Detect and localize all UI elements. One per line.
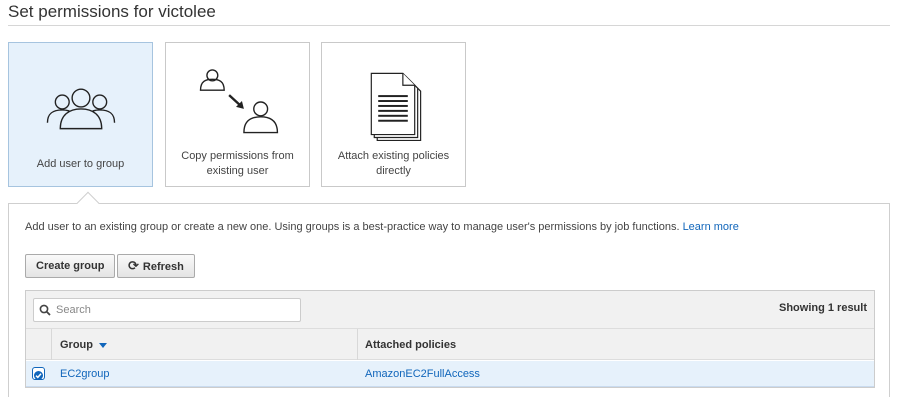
refresh-button[interactable]: ⟳ Refresh: [117, 254, 195, 278]
create-group-label: Create group: [36, 260, 105, 272]
intro-text: Add user to an existing group or create …: [25, 221, 739, 233]
search-box[interactable]: [33, 298, 301, 322]
option-attach-policies[interactable]: Attach existing policies directly: [321, 42, 466, 187]
groups-table: Showing 1 result Group Attached policies…: [25, 290, 875, 388]
policy-link[interactable]: AmazonEC2FullAccess: [365, 368, 480, 380]
table-header: Group Attached policies: [26, 329, 874, 360]
group-panel: Add user to an existing group or create …: [8, 191, 890, 397]
intro-description: Add user to an existing group or create …: [25, 221, 680, 233]
column-header-label: Attached policies: [365, 339, 457, 351]
group-link[interactable]: EC2group: [60, 368, 110, 380]
refresh-icon: ⟳: [128, 258, 139, 273]
column-divider: [51, 329, 52, 360]
option-label: Attach existing policies directly: [337, 150, 450, 177]
title-divider: [8, 25, 890, 26]
create-group-button[interactable]: Create group: [25, 254, 116, 278]
column-header-group[interactable]: Group: [60, 339, 107, 351]
search-icon: [39, 304, 51, 316]
learn-more-link[interactable]: Learn more: [683, 221, 739, 233]
option-add-user-to-group[interactable]: Add user to group: [8, 42, 153, 187]
column-divider: [357, 329, 358, 360]
policy-document-icon: [370, 72, 422, 142]
panel-pointer: [76, 191, 100, 215]
users-group-icon: [46, 88, 116, 130]
column-header-attached-policies: Attached policies: [365, 339, 456, 351]
table-row[interactable]: EC2group AmazonEC2FullAccess: [26, 361, 874, 387]
sort-descending-icon: [99, 342, 107, 348]
search-input[interactable]: [54, 299, 298, 321]
row-checkbox[interactable]: [32, 367, 45, 380]
page-title: Set permissions for victolee: [8, 2, 216, 21]
refresh-label: Refresh: [142, 261, 184, 273]
option-label: Copy permissions from existing user: [181, 150, 294, 177]
table-toolbar: Showing 1 result: [26, 291, 874, 329]
copy-user-permissions-icon: [199, 69, 279, 134]
option-copy-permissions[interactable]: Copy permissions from existing user: [165, 42, 310, 187]
option-label: Add user to group: [36, 158, 125, 170]
checkmark-icon: [34, 371, 43, 380]
column-header-label: Group: [60, 339, 93, 351]
result-count: Showing 1 result: [778, 302, 867, 314]
